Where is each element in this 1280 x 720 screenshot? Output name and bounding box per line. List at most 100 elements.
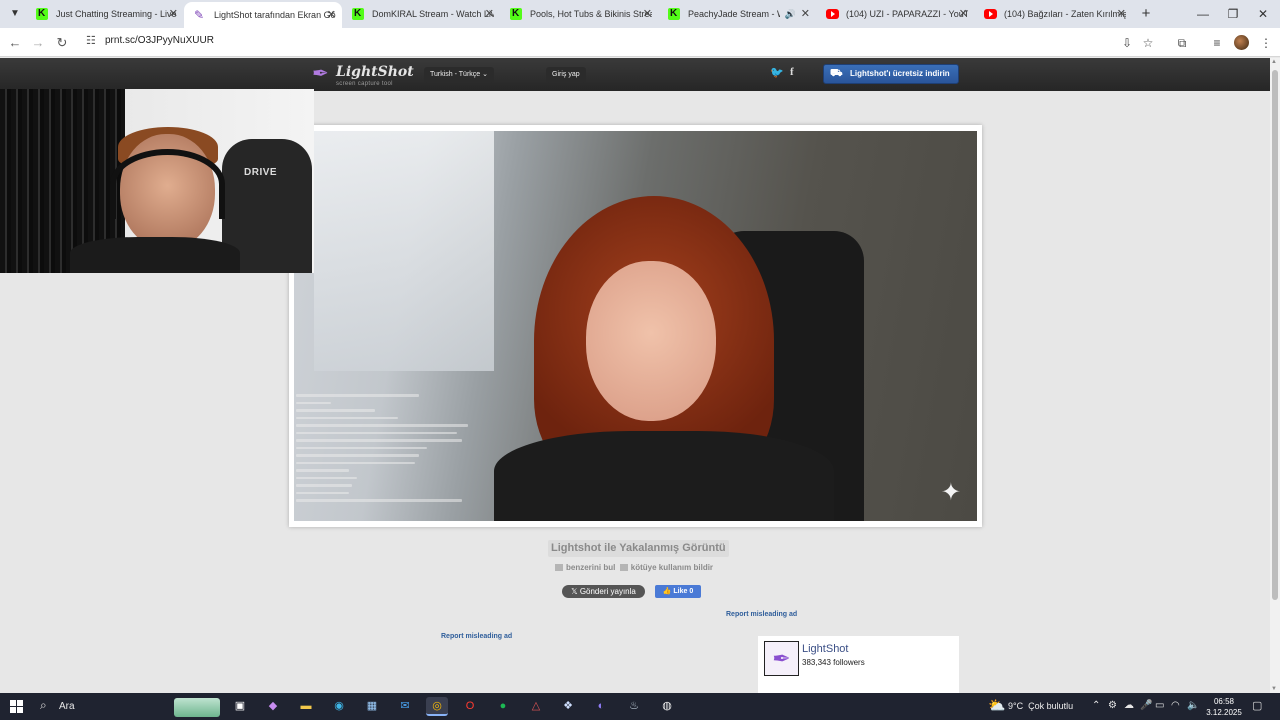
like-label: Like 0 (673, 588, 694, 595)
image-actions: benzerini bul kötüye kullanım bildir (555, 563, 713, 572)
task-view-icon[interactable]: ▣ (229, 697, 251, 716)
page-scrollbar[interactable]: ▲ ▼ (1270, 58, 1280, 693)
extensions-icon[interactable]: ⧉ (1173, 34, 1191, 52)
app-diamond-icon[interactable]: ❖ (557, 697, 579, 716)
network-icon[interactable]: ▭ (1155, 700, 1164, 711)
scroll-up-icon[interactable]: ▲ (1271, 59, 1277, 65)
facebook-icon[interactable]: f (790, 66, 794, 78)
mail-icon[interactable]: ✉ (394, 697, 416, 716)
facebook-page-box[interactable]: ✒ LightShot 383,343 followers (758, 636, 959, 693)
store-icon[interactable]: ▦ (361, 697, 383, 716)
tab-just-chatting[interactable]: Just Chatting Streaming - Live S ✕ (26, 3, 184, 25)
close-icon[interactable]: ✕ (643, 3, 652, 25)
fb-page-name[interactable]: LightShot (802, 643, 848, 655)
tab-lightshot[interactable]: ✎ LightShot tarafından Ekran Görü ✕ (184, 2, 342, 28)
restore-icon[interactable]: ❐ (1218, 4, 1248, 24)
file-explorer-icon[interactable]: ▬ (295, 697, 317, 716)
chevron-down-icon: ⌄ (482, 71, 489, 78)
opera-icon[interactable]: O (459, 697, 481, 716)
close-icon[interactable]: ✕ (327, 2, 336, 28)
clock-date: 3.12.2025 (1206, 708, 1242, 717)
back-icon[interactable]: ← (5, 33, 25, 53)
address-bar[interactable]: ☷ prnt.sc/O3JPyyNuXUUR (78, 31, 1178, 53)
site-info-icon[interactable]: ☷ (86, 34, 96, 47)
bookmark-star-icon[interactable]: ☆ (1139, 34, 1157, 52)
tray-app-icon[interactable]: ⚙ (1108, 700, 1117, 711)
browser-toolbar: ← → ↻ ☷ prnt.sc/O3JPyyNuXUUR ⇩ ☆ ⧉ ≡ ⋮ (0, 28, 1280, 57)
tab-title: LightShot tarafından Ekran Görü (214, 10, 336, 20)
lightshot-logo[interactable]: ✒ LightShot screen capture tool (312, 62, 414, 88)
logo-tagline: screen capture tool (336, 81, 393, 87)
speaker-icon[interactable]: 🔊 (785, 3, 796, 25)
chair-brand: DRIVE (244, 167, 278, 178)
streamer-face (586, 261, 716, 421)
reload-icon[interactable]: ↻ (52, 33, 72, 53)
close-icon[interactable]: ✕ (169, 3, 178, 25)
kick-icon (36, 3, 48, 25)
tab-title: Pools, Hot Tubs & Bikinis Strea (530, 9, 652, 19)
onedrive-icon[interactable]: ☁ (1124, 700, 1134, 711)
download-button[interactable]: ⛟ Lightshot'ı ücretsiz indirin (823, 64, 959, 84)
weather-widget[interactable]: 9°C Çok bulutlu (1008, 701, 1073, 711)
tab-peachyjade[interactable]: PeachyJade Stream - Watch 🔊 ✕ (658, 3, 816, 25)
app-triangle-icon[interactable]: △ (525, 697, 547, 716)
search-placeholder: Ara (59, 701, 75, 712)
chrome-icon[interactable]: ◎ (426, 697, 448, 716)
sparkle-icon: ✦ (940, 479, 961, 506)
report-ad-link[interactable]: Report misleading ad (726, 611, 797, 618)
scroll-down-icon[interactable]: ▼ (1271, 686, 1277, 692)
close-icon[interactable]: ✕ (1117, 3, 1126, 25)
notification-icon[interactable]: ▢ (1252, 699, 1262, 712)
close-icon[interactable]: ✕ (485, 3, 494, 25)
report-ad-link[interactable]: Report misleading ad (441, 633, 512, 640)
find-similar-link[interactable]: benzerini bul (566, 563, 615, 572)
tab-strip: ▼ Just Chatting Streaming - Live S ✕ ✎ L… (0, 0, 1280, 28)
taskbar-search[interactable]: ⌕ Ara (36, 697, 220, 717)
media-control-icon[interactable]: ≡ (1208, 34, 1226, 52)
windows-start-icon[interactable] (10, 700, 23, 713)
close-icon[interactable]: ✕ (959, 3, 968, 25)
chevron-up-icon[interactable]: ⌃ (1092, 700, 1100, 711)
clock[interactable]: 06:58 3.12.2025 (1204, 696, 1244, 718)
tweet-button[interactable]: 𝕏 Gönderi yayınla (562, 585, 645, 598)
forward-icon[interactable]: → (28, 33, 48, 53)
like-button[interactable]: 👍 Like 0 (655, 585, 701, 598)
tab-bagzilari[interactable]: (104) Bağzıları - Zaten Kırılmış ✕ (974, 3, 1132, 25)
tab-uzi-paparazzi[interactable]: (104) UZI - PAPARAZZI - YouTu ✕ (816, 3, 974, 25)
spotify-icon[interactable]: ● (492, 697, 514, 716)
tab-search-icon[interactable]: ▼ (6, 5, 24, 23)
login-button[interactable]: Giriş yap (546, 67, 586, 83)
obs-icon[interactable]: ◍ (656, 697, 678, 716)
report-abuse-link[interactable]: kötüye kullanım bildir (631, 563, 713, 572)
avatar[interactable] (1234, 35, 1249, 50)
edge-icon[interactable]: ◉ (328, 697, 350, 716)
microphone-icon[interactable]: 🎤 (1140, 700, 1152, 711)
chat-overlay (296, 389, 471, 517)
image-search-icon (555, 564, 563, 572)
twitter-icon[interactable]: 🐦 (770, 66, 784, 79)
close-icon[interactable]: ✕ (801, 3, 810, 25)
url-text[interactable]: prnt.sc/O3JPyyNuXUUR (105, 35, 214, 46)
lightshot-header: ✒ LightShot screen capture tool Turkish … (0, 58, 1270, 91)
discord-icon[interactable]: ◐ (590, 697, 612, 716)
steam-icon[interactable]: ♨ (623, 697, 645, 716)
install-app-icon[interactable]: ⇩ (1118, 34, 1136, 52)
language-select[interactable]: Turkish - Türkçe ⌄ (424, 67, 495, 83)
copilot-icon[interactable]: ◆ (262, 697, 284, 716)
scrollbar-thumb[interactable] (1272, 70, 1278, 600)
tab-title: (104) UZI - PAPARAZZI - YouTu (846, 9, 968, 19)
download-icon: ⛟ (830, 68, 843, 79)
screenshot-caption: Lightshot ile Yakalanmış Görüntü (548, 540, 729, 557)
wifi-icon[interactable]: ◠ (1171, 700, 1180, 711)
feather-icon: ✒ (312, 63, 329, 85)
volume-icon[interactable]: 🔈 (1187, 700, 1199, 711)
screenshot-image[interactable]: ✦ (294, 131, 977, 521)
window-close-icon[interactable]: ✕ (1248, 4, 1278, 24)
thumbs-up-icon: 👍 (662, 588, 674, 595)
tab-domkiral[interactable]: DomKIRAL Stream - Watch Live ✕ (342, 3, 500, 25)
weather-cloud-icon[interactable]: ⛅ (988, 697, 1005, 714)
menu-icon[interactable]: ⋮ (1257, 34, 1275, 52)
tab-pools[interactable]: Pools, Hot Tubs & Bikinis Strea ✕ (500, 3, 658, 25)
new-tab-icon[interactable]: + (1136, 4, 1156, 24)
minimize-icon[interactable]: — (1188, 4, 1218, 24)
